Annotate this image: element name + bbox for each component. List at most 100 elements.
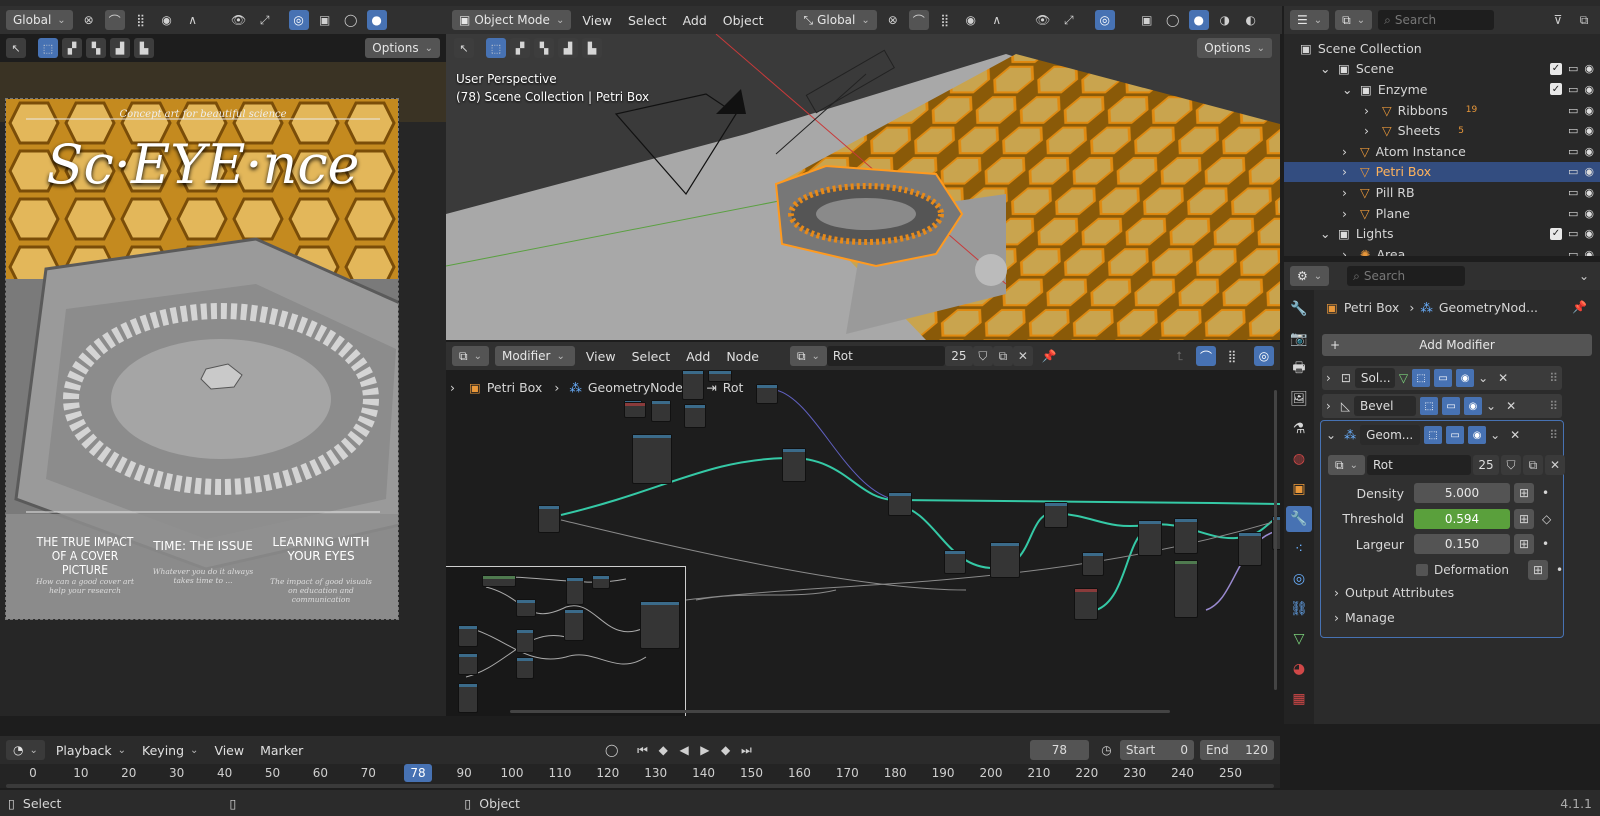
overlay-icon[interactable]: ◎ xyxy=(288,10,309,30)
node-tree-type-dropdown[interactable]: Modifier xyxy=(494,346,575,366)
camera-icon[interactable]: ◉ xyxy=(1584,104,1594,117)
vp-select-extend-icon[interactable]: ▞ xyxy=(510,38,530,58)
outliner-row[interactable]: ⌄ ▣ Lights ✓ ▭ ◉ xyxy=(1284,223,1600,244)
exclude-checkbox[interactable]: ✓ xyxy=(1549,62,1562,75)
playback-menu[interactable]: Playback xyxy=(51,740,131,760)
exclude-checkbox[interactable]: ✓ xyxy=(1549,83,1562,96)
camera-icon[interactable]: ◉ xyxy=(1584,83,1594,96)
snap-icon[interactable]: ⌒ xyxy=(104,10,125,30)
node-box[interactable] xyxy=(651,400,671,422)
node-overlay-icon[interactable]: ◎ xyxy=(1254,346,1274,366)
outliner-search-field[interactable]: ⌕ Search xyxy=(1378,10,1495,30)
pivot-icon[interactable]: ⊗ xyxy=(79,10,99,30)
deformation-checkbox[interactable] xyxy=(1416,564,1428,576)
camera-icon[interactable]: ◉ xyxy=(1584,124,1594,137)
node-tree-name-field[interactable]: Rot xyxy=(826,346,945,366)
curve-node[interactable] xyxy=(632,434,672,484)
pivot-point-icon[interactable]: ⊗ xyxy=(883,10,903,30)
add-modifier-button[interactable]: + Add Modifier xyxy=(1322,334,1592,356)
remove-modifier-icon[interactable]: ✕ xyxy=(1510,428,1520,442)
modifier-solidify[interactable]: › ⊡ Sol... ▽ ⬚ ▭ ◉ ⌄ ✕ ⠿ xyxy=(1322,366,1562,390)
rendered-shading-icon[interactable]: ◐ xyxy=(1241,10,1261,30)
render-tab-icon[interactable]: 📷 xyxy=(1286,326,1312,352)
render-toggle-icon[interactable]: ◉ xyxy=(1464,397,1483,415)
viewport-toggle-icon[interactable]: ▭ xyxy=(1434,369,1453,387)
modifier-menu-icon[interactable]: ⌄ xyxy=(1486,399,1496,413)
node-tree-users-count[interactable]: 25 xyxy=(944,346,973,366)
play-icon[interactable]: ▶ xyxy=(697,740,712,760)
outliner-area[interactable]: ▣ Scene Collection ⌄ ▣ Scene ✓ ▭ ◉ ⌄ ▣ Enzyme ✓ ▭ ◉… xyxy=(1284,34,1600,256)
material-shading-icon[interactable]: ◑ xyxy=(1215,10,1235,30)
param-value-field[interactable]: 0.150 xyxy=(1414,534,1510,554)
camera-icon[interactable]: ◉ xyxy=(1584,227,1594,240)
falloff-icon[interactable]: ∧ xyxy=(183,10,203,30)
editmode-toggle-icon[interactable]: ⬚ xyxy=(1420,397,1439,415)
texture-tab-icon[interactable]: ▦ xyxy=(1286,686,1312,712)
drag-handle-icon[interactable]: ⠿ xyxy=(1549,428,1558,442)
expand-icon[interactable]: › xyxy=(1326,371,1331,385)
solid-shade-icon[interactable]: ● xyxy=(366,10,387,30)
node-box[interactable] xyxy=(1174,560,1198,618)
left-viewport-area[interactable]: Concept art for beautiful science Sc·EYE… xyxy=(0,62,446,716)
output-tab-icon[interactable]: 🖶 xyxy=(1286,356,1312,382)
expand-icon[interactable]: › xyxy=(1342,164,1356,179)
expand-icon[interactable]: › xyxy=(1342,206,1356,221)
attribute-toggle-icon[interactable]: ⊞ xyxy=(1514,508,1534,529)
outliner-row[interactable]: › ▽ Petri Box ▭ ◉ xyxy=(1284,161,1600,183)
collapse-icon[interactable]: ⌄ xyxy=(1320,226,1334,241)
camera-icon[interactable]: ◉ xyxy=(1584,165,1594,178)
node-box[interactable] xyxy=(1138,520,1162,556)
collapse-icon[interactable]: ⌄ xyxy=(1320,61,1334,76)
monitor-icon[interactable]: ▭ xyxy=(1568,62,1578,75)
monitor-icon[interactable]: ▭ xyxy=(1568,83,1578,96)
render-toggle-icon[interactable]: ◉ xyxy=(1468,426,1487,444)
material-tab-icon[interactable]: ◕ xyxy=(1286,656,1312,682)
snap-element-icon[interactable]: ⣿ xyxy=(1222,346,1242,366)
monitor-icon[interactable]: ▭ xyxy=(1568,145,1578,158)
fake-user-icon[interactable]: ⛉ xyxy=(1500,455,1521,475)
outliner-row[interactable]: › ✺ Area ▭ ◉ xyxy=(1284,244,1600,256)
parent-tree-icon[interactable]: ⮤ xyxy=(1170,346,1190,366)
viewport-toggle-icon[interactable]: ▭ xyxy=(1446,426,1465,444)
properties-pin-icon[interactable]: 📌 xyxy=(1572,300,1587,314)
node-box[interactable] xyxy=(624,402,646,418)
properties-options-icon[interactable]: ⌄ xyxy=(1574,266,1594,286)
manage-section[interactable]: › Manage xyxy=(1334,610,1395,625)
snap-grid-icon[interactable]: ⣿ xyxy=(131,10,151,30)
remove-modifier-icon[interactable]: ✕ xyxy=(1498,371,1508,385)
particles-tab-icon[interactable]: ⁖ xyxy=(1286,536,1312,562)
camera-icon[interactable]: ◉ xyxy=(1584,145,1594,158)
unlink-node-group-icon[interactable]: ✕ xyxy=(1544,455,1565,475)
node-tree-browse-button[interactable]: ⧉ xyxy=(789,346,827,366)
vp-select-tool-icon[interactable]: ↖ xyxy=(454,38,474,58)
falloff-curve-icon[interactable]: ∧ xyxy=(987,10,1007,30)
jump-end-icon[interactable]: ⏭ xyxy=(739,740,754,760)
tool-tab-icon[interactable]: 🔧 xyxy=(1286,296,1312,322)
menu-view[interactable]: View xyxy=(577,13,617,28)
modifier-menu-icon[interactable]: ⌄ xyxy=(1478,371,1488,385)
attribute-toggle-icon[interactable]: ⊞ xyxy=(1514,534,1534,554)
outliner-display-mode[interactable]: ⧉ xyxy=(1335,10,1373,30)
edit-cage-icon[interactable]: ▽ xyxy=(1399,371,1408,385)
pin-icon[interactable]: 📌 xyxy=(1039,346,1059,366)
timeline-editor-type[interactable]: ◔ xyxy=(6,740,45,760)
jump-start-icon[interactable]: ⏮ xyxy=(635,740,650,760)
drag-handle-icon[interactable]: ⠿ xyxy=(1549,399,1558,413)
node-box[interactable] xyxy=(756,384,778,404)
xray-icon[interactable]: ▣ xyxy=(315,10,335,30)
autokey-icon[interactable]: ◯ xyxy=(604,740,619,760)
select-extend-icon[interactable]: ▞ xyxy=(62,38,82,58)
duplicate-node-group-icon[interactable]: ⧉ xyxy=(1522,455,1543,475)
monitor-icon[interactable]: ▭ xyxy=(1568,165,1578,178)
node-box[interactable] xyxy=(990,542,1020,578)
outliner-editor-type[interactable]: ☰ xyxy=(1290,10,1330,30)
node-menu-view[interactable]: View xyxy=(581,349,621,364)
node-box[interactable] xyxy=(1074,588,1098,620)
keying-menu[interactable]: Keying xyxy=(137,740,203,760)
end-frame-field[interactable]: End 120 xyxy=(1199,740,1275,760)
menu-add[interactable]: Add xyxy=(678,13,712,28)
viewport-area[interactable]: ↖ ⬚ ▞ ▚ ▟ ▙ Options User Perspective (78… xyxy=(446,34,1280,340)
node-box[interactable] xyxy=(1174,518,1198,554)
visibility-icon[interactable]: 👁 xyxy=(229,10,249,30)
node-box[interactable] xyxy=(944,550,966,574)
